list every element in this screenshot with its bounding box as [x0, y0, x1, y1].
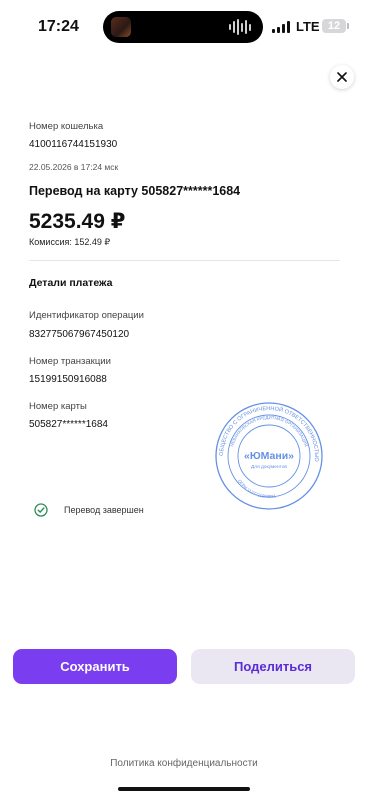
status-time: 17:24: [38, 18, 79, 35]
company-stamp: ОБЩЕСТВО С ОГРАНИЧЕННОЙ ОТВЕТСТВЕННОСТЬЮ…: [215, 402, 323, 510]
close-button[interactable]: [330, 65, 354, 89]
success-check-icon: [34, 503, 48, 517]
stamp-caption: Для документов: [251, 464, 287, 470]
share-button[interactable]: Поделиться: [191, 649, 355, 684]
audio-waveform-icon: [229, 19, 251, 35]
privacy-policy-link[interactable]: Политика конфиденциальности: [0, 758, 368, 769]
svg-text:ОГРН 1127711000031: ОГРН 1127711000031: [237, 479, 277, 499]
battery-icon: 12: [322, 19, 346, 33]
transfer-fee: Комиссия: 152.49 ₽: [29, 237, 111, 247]
battery-tip: [347, 23, 349, 29]
save-button[interactable]: Сохранить: [13, 649, 177, 684]
transfer-status-text: Перевод завершен: [64, 505, 144, 515]
status-bar: 17:24 LTE 12: [0, 0, 368, 56]
wallet-label: Номер кошелька: [29, 121, 104, 132]
card-value: 505827******1684: [29, 419, 108, 430]
now-playing-artwork: [111, 17, 131, 37]
transfer-amount: 5235.49 ₽: [29, 210, 126, 233]
save-button-label: Сохранить: [60, 659, 130, 674]
transfer-datetime: 22.05.2026 в 17:24 мск: [29, 162, 119, 172]
transfer-status: Перевод завершен: [34, 503, 144, 517]
dynamic-island: [103, 11, 263, 43]
battery-level: 12: [327, 20, 341, 32]
wallet-number: 4100116744151930: [29, 139, 118, 150]
operation-id-value: 832775067967450120: [29, 329, 130, 340]
details-heading: Детали платежа: [29, 277, 113, 289]
close-icon: [337, 72, 347, 82]
network-type: LTE: [296, 19, 320, 34]
divider: [29, 260, 340, 261]
share-button-label: Поделиться: [233, 659, 313, 674]
card-label: Номер карты: [29, 401, 87, 412]
stamp-brand: «ЮМани»: [244, 450, 294, 462]
transaction-label: Номер транзакции: [29, 356, 111, 367]
transfer-title: Перевод на карту 505827******1684: [29, 184, 241, 198]
stamp-ogrn: ОГРН 1127711000031: [237, 479, 277, 499]
transaction-value: 15199150916088: [29, 374, 107, 385]
cellular-signal-icon: [272, 21, 290, 33]
home-indicator[interactable]: [118, 787, 250, 791]
operation-id-label: Идентификатор операции: [29, 310, 144, 321]
